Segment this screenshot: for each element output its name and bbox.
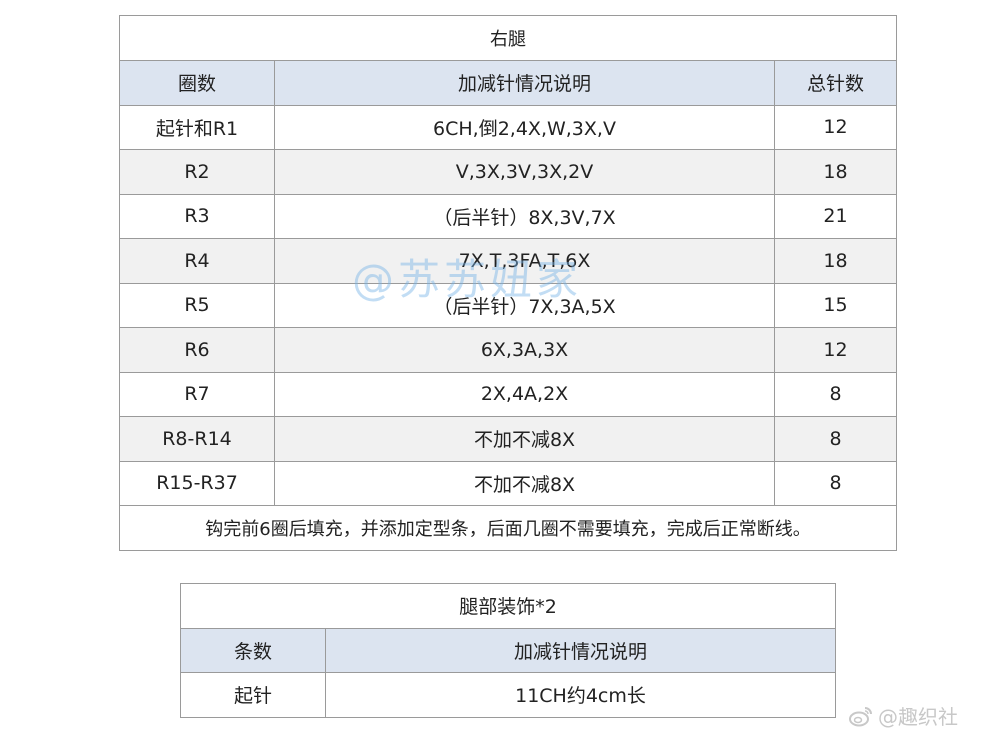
header-total-stitches: 总针数 <box>773 60 898 106</box>
description-cell: V,3X,3V,3X,2V <box>274 149 775 195</box>
table-row: R6 6X,3A,3X 12 <box>119 327 898 373</box>
description-cell: 6CH,倒2,4X,W,3X,V <box>274 104 775 150</box>
description-cell: （后半针）8X,3V,7X <box>274 193 775 239</box>
total-cell: 15 <box>773 282 898 328</box>
total-cell: 18 <box>773 149 898 195</box>
description-cell: 2X,4A,2X <box>274 371 775 417</box>
header-rounds: 圈数 <box>119 60 275 106</box>
total-cell: 18 <box>773 238 898 284</box>
total-cell: 12 <box>773 104 898 150</box>
round-cell: R8-R14 <box>119 416 275 462</box>
leg-decoration-table: 腿部装饰*2 条数 加减针情况说明 起针 11CH约4cm长 <box>180 583 836 718</box>
header-description: 加减针情况说明 <box>325 627 836 673</box>
total-cell: 12 <box>773 327 898 373</box>
weibo-handle: @趣织社 <box>878 705 958 729</box>
description-cell: 7X,T,3FA,T,6X <box>274 238 775 284</box>
description-cell: 6X,3A,3X <box>274 327 775 373</box>
total-cell: 21 <box>773 193 898 239</box>
round-cell: R15-R37 <box>119 460 275 506</box>
table-row: R7 2X,4A,2X 8 <box>119 371 898 417</box>
round-cell: R2 <box>119 149 275 195</box>
step-cell: 起针 <box>180 672 326 718</box>
round-cell: R4 <box>119 238 275 284</box>
table-note: 钩完前6圈后填充，并添加定型条，后面几圈不需要填充，完成后正常断线。 <box>118 505 898 551</box>
header-row: 条数 加减针情况说明 <box>180 627 836 673</box>
table-row: 起针 11CH约4cm长 <box>180 672 836 718</box>
table-row: 起针和R1 6CH,倒2,4X,W,3X,V 12 <box>119 104 898 150</box>
description-cell: 11CH约4cm长 <box>325 672 836 718</box>
header-description: 加减针情况说明 <box>274 60 775 106</box>
round-cell: R5 <box>119 282 275 328</box>
weibo-credit: @趣织社 <box>848 701 958 730</box>
table-row: R8-R14 不加不减8X 8 <box>119 416 898 462</box>
table-row: R15-R37 不加不减8X 8 <box>119 460 898 506</box>
round-cell: R3 <box>119 193 275 239</box>
round-cell: 起针和R1 <box>119 104 275 150</box>
description-cell: （后半针）7X,3A,5X <box>274 282 775 328</box>
round-cell: R6 <box>119 327 275 373</box>
right-leg-table: 右腿 圈数 加减针情况说明 总针数 起针和R1 6CH,倒2,4X,W,3X,V… <box>118 15 898 551</box>
weibo-icon <box>849 706 872 726</box>
total-cell: 8 <box>773 416 898 462</box>
table-row: R3 （后半针）8X,3V,7X 21 <box>119 193 898 239</box>
description-cell: 不加不减8X <box>274 460 775 506</box>
description-cell: 不加不减8X <box>274 416 775 462</box>
table-row: R5 （后半针）7X,3A,5X 15 <box>119 282 898 328</box>
table-row: R4 7X,T,3FA,T,6X 18 <box>119 238 898 284</box>
table-title: 腿部装饰*2 <box>180 583 836 629</box>
header-row: 圈数 加减针情况说明 总针数 <box>119 60 898 106</box>
total-cell: 8 <box>773 371 898 417</box>
total-cell: 8 <box>773 460 898 506</box>
table-row: R2 V,3X,3V,3X,2V 18 <box>119 149 898 195</box>
header-count: 条数 <box>180 627 326 673</box>
round-cell: R7 <box>119 371 275 417</box>
table-title: 右腿 <box>118 15 898 61</box>
